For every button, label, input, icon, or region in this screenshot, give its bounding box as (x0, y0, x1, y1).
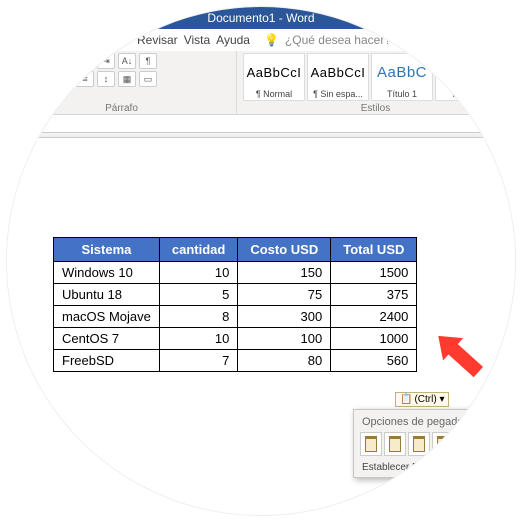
col-total[interactable]: Total USD (331, 238, 417, 262)
align-center-button[interactable]: ≡ (34, 71, 52, 87)
tell-me-input[interactable]: ¿Qué desea hacer? (285, 33, 391, 47)
paragraph-group-label: Párrafo (7, 103, 236, 114)
align-right-button[interactable]: ≡ (55, 71, 73, 87)
bullet-list-button[interactable]: ≡ (13, 53, 31, 69)
table-row[interactable]: Ubuntu 18 5 75 375 (54, 284, 417, 306)
data-table[interactable]: Sistema cantidad Costo USD Total USD Win… (53, 237, 417, 372)
multilevel-list-button[interactable]: ≡ (55, 53, 73, 69)
paste-ctrl-tag[interactable]: 📋 (Ctrl) ▾ (395, 392, 449, 407)
table-header-row[interactable]: Sistema cantidad Costo USD Total USD (54, 238, 417, 262)
justify-button[interactable]: ≡ (76, 71, 94, 87)
paste-values-icon[interactable] (456, 432, 478, 456)
document-title: Documento1 - Word (207, 11, 314, 25)
tab-revisar[interactable]: Revisar (137, 33, 178, 47)
styles-group-label: Estilos (237, 103, 514, 114)
col-cantidad[interactable]: cantidad (159, 238, 237, 262)
shading-button[interactable]: ▦ (118, 71, 136, 87)
table-row[interactable]: Windows 10 10 150 1500 (54, 262, 417, 284)
group-styles: AaBbCcI ¶ Normal AaBbCcI ¶ Sin espa... A… (237, 51, 515, 114)
align-left-button[interactable]: ≡ (13, 71, 31, 87)
paste-merge-icon[interactable] (384, 432, 406, 456)
sort-button[interactable]: A↓ (118, 53, 136, 69)
col-costo[interactable]: Costo USD (238, 238, 331, 262)
paste-link-icon[interactable] (408, 432, 430, 456)
tab-ayuda[interactable]: Ayuda (216, 33, 250, 47)
paste-set-default[interactable]: Establecer Pegar predetermi (358, 460, 512, 475)
style-heading2[interactable]: AaBbCc Título 2 (435, 53, 497, 101)
decrease-indent-button[interactable]: ⇤ (76, 53, 94, 69)
paste-picture-icon[interactable] (432, 432, 454, 456)
clipboard-icon: 📋 (400, 394, 412, 405)
group-paragraph: ≡ ≡ ≡ ⇤ ⇥ A↓ ¶ ≡ ≡ ≡ ≡ ↕ ▦ ▭ Párrafo (7, 51, 237, 114)
horizontal-ruler[interactable] (7, 115, 515, 133)
title-bar: Documento1 - Word (7, 7, 515, 29)
number-list-button[interactable]: ≡ (34, 53, 52, 69)
table-row[interactable]: CentOS 7 10 100 1000 (54, 328, 417, 350)
borders-button[interactable]: ▭ (139, 71, 157, 87)
paste-text-only-icon[interactable] (480, 432, 502, 456)
table-row[interactable]: macOS Mojave 8 300 2400 (54, 306, 417, 328)
style-heading1[interactable]: AaBbC Título 1 (371, 53, 433, 101)
style-normal[interactable]: AaBbCcI ¶ Normal (243, 53, 305, 101)
paste-options-popup: Opciones de pegado: Establecer Pegar pre… (353, 409, 516, 478)
increase-indent-button[interactable]: ⇥ (97, 53, 115, 69)
tab-vista[interactable]: Vista (184, 33, 210, 47)
paste-keep-source-icon[interactable] (360, 432, 382, 456)
paste-options-header: Opciones de pegado: (358, 414, 512, 432)
line-spacing-button[interactable]: ↕ (97, 71, 115, 87)
style-no-spacing[interactable]: AaBbCcI ¶ Sin espa... (307, 53, 369, 101)
show-marks-button[interactable]: ¶ (139, 53, 157, 69)
ribbon-tabs: Revisar Vista Ayuda 💡 ¿Qué desea hacer? (7, 29, 515, 51)
col-sistema[interactable]: Sistema (54, 238, 160, 262)
ribbon: ≡ ≡ ≡ ⇤ ⇥ A↓ ¶ ≡ ≡ ≡ ≡ ↕ ▦ ▭ Párrafo (7, 51, 515, 115)
table-row[interactable]: FreebSD 7 80 560 (54, 350, 417, 372)
